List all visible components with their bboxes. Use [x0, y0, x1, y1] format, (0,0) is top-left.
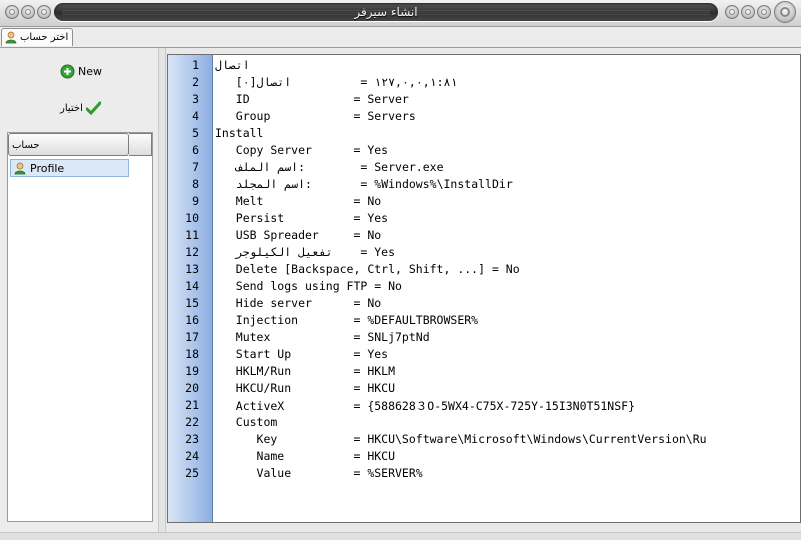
tab-strip: اختر حساب — [0, 27, 801, 48]
code-line: HKCU/Run = HKCU — [215, 381, 396, 395]
line-number: 10 — [185, 211, 199, 225]
line-number: 18 — [185, 347, 199, 361]
tree-item-profile[interactable]: Profile — [10, 159, 129, 177]
line-number: 15 — [185, 296, 199, 310]
line-number: 1 — [192, 58, 199, 72]
code-line: Name = HKCU — [215, 449, 396, 463]
code-line: Key = HKCU\Software\Microsoft\Windows\Cu… — [215, 432, 707, 446]
close-icon[interactable] — [774, 1, 796, 23]
code-line: Value = %SERVER% — [215, 466, 423, 480]
checkmark-icon — [85, 101, 101, 115]
line-number: 19 — [185, 364, 199, 378]
code-editor[interactable]: 1 2 3 4 5 6 7 8 9 10 11 12 13 14 15 16 17 18 19 20 21 22 23 24 2… — [167, 54, 801, 523]
line-number: 20 — [185, 381, 199, 395]
title-bar[interactable]: انشاء سيرفر — [0, 0, 801, 27]
window-title: انشاء سيرفر — [354, 5, 418, 19]
line-number: 5 — [192, 126, 199, 140]
code-line: Persist = Yes — [215, 211, 389, 225]
line-number: 8 — [192, 177, 199, 191]
line-number: 6 — [192, 143, 199, 157]
line-number: 3 — [192, 92, 199, 106]
window-pin-icon[interactable] — [21, 5, 35, 19]
code-line: تفعيل الكيلوجر = Yes — [215, 245, 396, 259]
title-groove: انشاء سيرفر — [54, 3, 718, 21]
line-number: 21 — [185, 398, 199, 412]
line-number: 16 — [185, 313, 199, 327]
select-button[interactable]: اختيار — [60, 101, 101, 115]
code-line: ID = Server — [215, 92, 409, 106]
code-line: USB Spreader = No — [215, 228, 382, 242]
tree-item-label: Profile — [30, 161, 65, 175]
panel-splitter[interactable] — [158, 48, 166, 532]
line-number: 7 — [192, 160, 199, 174]
code-line: Custom — [215, 415, 278, 429]
tab-select-account[interactable]: اختر حساب — [1, 28, 73, 46]
add-icon — [60, 64, 75, 79]
code-line: اتصال — [215, 58, 250, 72]
code-line: Copy Server = Yes — [215, 143, 389, 157]
line-number: 22 — [185, 415, 199, 429]
line-number: 14 — [185, 279, 199, 293]
tree-header: حساب — [8, 133, 152, 157]
code-line: Group = Servers — [215, 109, 416, 123]
code-line: Delete [Backspace, Ctrl, Shift, ...] = N… — [215, 262, 520, 276]
code-line: Start Up = Yes — [215, 347, 389, 361]
code-line: Melt = No — [215, 194, 382, 208]
maximize-icon[interactable] — [741, 5, 755, 19]
line-number: 4 — [192, 109, 199, 123]
code-line: HKLM/Run = HKLM — [215, 364, 396, 378]
code-line: اسم المجلد: = %Windows%\InstallDir — [215, 177, 513, 191]
window-help-icon[interactable] — [37, 5, 51, 19]
code-line: ١٢٧,٠,٠,١:٨١ = اتصال[٠] — [215, 75, 458, 89]
line-number: 25 — [185, 466, 199, 480]
line-number: 24 — [185, 449, 199, 463]
line-number: 13 — [185, 262, 199, 276]
window-menu-icon[interactable] — [5, 5, 19, 19]
new-button[interactable]: New — [60, 64, 102, 79]
minimize-icon[interactable] — [725, 5, 739, 19]
line-number: 23 — [185, 432, 199, 446]
code-line: اسم الملف: = Server.exe — [215, 160, 444, 174]
tab-label: اختر حساب — [20, 32, 69, 43]
code-line: ActiveX = {588628３O-5WX4-C75X-725Y-15I3N… — [215, 399, 635, 413]
line-number: 2 — [192, 75, 199, 89]
user-icon — [14, 162, 26, 174]
code-line: Send logs using FTP = No — [215, 279, 402, 293]
line-number-gutter: 1 2 3 4 5 6 7 8 9 10 11 12 13 14 15 16 17 18 19 20 21 22 23 24 2… — [168, 55, 213, 522]
tree-column-account[interactable]: حساب — [8, 133, 129, 156]
user-icon — [5, 31, 17, 44]
tree-column-empty[interactable] — [129, 133, 152, 156]
code-line: Injection = %DEFAULTBROWSER% — [215, 313, 479, 327]
code-line: Mutex = SNLj7ptNd — [215, 330, 430, 344]
new-button-label: New — [78, 65, 102, 78]
account-tree[interactable]: حساب Profile — [7, 132, 153, 522]
select-button-label: اختيار — [60, 102, 83, 114]
code-line: Install — [215, 126, 264, 140]
line-number: 12 — [185, 245, 199, 259]
line-number: 11 — [185, 228, 199, 242]
left-panel: New اختيار حساب Profile — [0, 48, 158, 532]
line-number: 17 — [185, 330, 199, 344]
restore-icon[interactable] — [757, 5, 771, 19]
line-number: 9 — [192, 194, 199, 208]
code-line: Hide server = No — [215, 296, 382, 310]
